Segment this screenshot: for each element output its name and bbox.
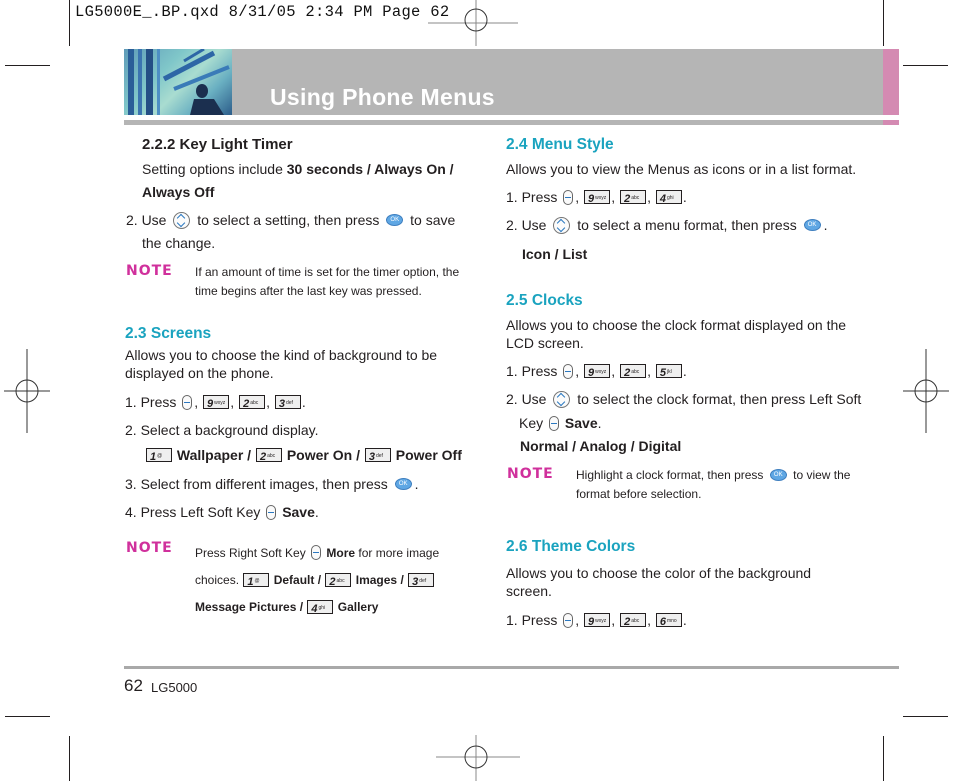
screens-options: 1@ Wallpaper / 2abc Power On / 3def Powe… bbox=[145, 446, 462, 464]
print-slug: LG5000E_.BP.qxd 8/31/05 2:34 PM Page 62 bbox=[75, 3, 450, 21]
header-accent bbox=[883, 49, 899, 115]
screens-step-2: 2. Select a background display. bbox=[125, 422, 319, 438]
note-text: If an amount of time is set for the time… bbox=[195, 265, 460, 298]
key-4-icon: 4ghi bbox=[307, 599, 334, 615]
key-2-icon: 2abc bbox=[325, 572, 352, 588]
key-6-icon: 6mno bbox=[655, 613, 682, 628]
screens-desc: Allows you to choose the kind of backgro… bbox=[125, 347, 438, 381]
note-label: NOTE bbox=[126, 540, 173, 556]
section-heading-screens: 2.3 Screens bbox=[125, 325, 212, 342]
clocks-step-2-cont: Key Save. bbox=[519, 415, 602, 431]
screens-step-4: 4. Press Left Soft Key Save. bbox=[125, 504, 319, 520]
key-light-options-cont: Always Off bbox=[142, 184, 215, 200]
left-soft-key-icon bbox=[266, 504, 277, 520]
key-9-icon: 9wxyz bbox=[584, 364, 611, 379]
nav-key-icon bbox=[553, 216, 571, 234]
header-rule-accent bbox=[883, 120, 899, 125]
key-9-icon: 9wxyz bbox=[584, 190, 611, 205]
key-2-icon: 2abc bbox=[620, 613, 647, 628]
menu-style-options: Icon / List bbox=[522, 246, 588, 262]
footer-rule bbox=[124, 666, 899, 669]
soft-key-icon bbox=[563, 612, 574, 628]
key-4-icon: 4ghi bbox=[655, 190, 682, 205]
soft-key-icon bbox=[563, 189, 574, 205]
section-heading-menu-style: 2.4 Menu Style bbox=[506, 136, 614, 153]
key-3-icon: 3def bbox=[408, 572, 435, 588]
header-rule bbox=[124, 120, 883, 125]
note-label: NOTE bbox=[507, 466, 554, 482]
note-text: Press Right Soft Key More for more image… bbox=[195, 545, 440, 615]
theme-step-1: 1. Press , 9wxyz, 2abc, 6mno. bbox=[506, 612, 687, 629]
page-title: Using Phone Menus bbox=[270, 84, 495, 110]
key-1-icon: 1@ bbox=[243, 572, 270, 588]
theme-desc: Allows you to choose the color of the ba… bbox=[506, 565, 812, 599]
section-heading-key-light-timer: 2.2.2 Key Light Timer bbox=[142, 136, 293, 153]
crop-mark bbox=[69, 0, 70, 46]
crop-mark bbox=[903, 65, 948, 66]
key-2-icon: 2abc bbox=[620, 190, 647, 205]
nav-key-icon bbox=[553, 390, 571, 408]
note-label: NOTE bbox=[126, 263, 173, 279]
right-soft-key-icon bbox=[311, 545, 322, 561]
crop-mark bbox=[883, 0, 884, 46]
section-heading-theme-colors: 2.6 Theme Colors bbox=[506, 538, 636, 555]
screens-step-1: 1. Press , 9wxyz, 2abc, 3def. bbox=[125, 394, 306, 411]
clocks-step-2: 2. Use to select the clock format, then … bbox=[506, 390, 862, 408]
ok-key-icon: OK bbox=[803, 219, 821, 232]
ok-key-icon: OK bbox=[386, 214, 404, 227]
menu-style-desc: Allows you to view the Menus as icons or… bbox=[506, 161, 857, 177]
crop-mark bbox=[5, 65, 50, 66]
menu-style-step-2: 2. Use to select a menu format, then pre… bbox=[506, 216, 828, 234]
crop-mark bbox=[883, 736, 884, 781]
left-soft-key-icon bbox=[549, 415, 560, 431]
key-2-icon: 2abc bbox=[620, 364, 647, 379]
key-5-icon: 5jkl bbox=[655, 364, 682, 379]
key-9-icon: 9wxyz bbox=[584, 613, 611, 628]
key-light-step-2: 2. Use to select a setting, then press O… bbox=[126, 211, 456, 229]
registration-mark-bottom bbox=[436, 735, 520, 781]
section-heading-clocks: 2.5 Clocks bbox=[506, 292, 583, 309]
clocks-step-1: 1. Press , 9wxyz, 2abc, 5jkl. bbox=[506, 363, 687, 380]
key-2-icon: 2abc bbox=[239, 395, 266, 410]
clocks-options: Normal / Analog / Digital bbox=[520, 438, 682, 454]
nav-key-icon bbox=[173, 211, 191, 229]
crop-mark bbox=[903, 716, 948, 717]
registration-mark-right bbox=[903, 349, 949, 433]
key-1-icon: 1@ bbox=[146, 448, 172, 463]
model-name: LG5000 bbox=[151, 680, 198, 695]
soft-key-icon bbox=[182, 394, 193, 410]
key-3-icon: 3def bbox=[274, 395, 301, 410]
key-light-intro: Setting options include 30 seconds / Alw… bbox=[142, 161, 454, 177]
ok-key-icon: OK bbox=[769, 468, 787, 481]
key-3-icon: 3def bbox=[364, 448, 391, 463]
header-photo bbox=[124, 49, 232, 115]
clocks-desc: Allows you to choose the clock format di… bbox=[506, 317, 847, 351]
header-photo-art bbox=[128, 49, 230, 115]
crop-mark bbox=[69, 736, 70, 781]
page-number: 62 bbox=[124, 676, 143, 695]
key-9-icon: 9wxyz bbox=[203, 395, 230, 410]
note-text: Highlight a clock format, then press OK … bbox=[576, 468, 851, 501]
ok-key-icon: OK bbox=[394, 478, 412, 491]
soft-key-icon bbox=[563, 363, 574, 379]
key-2-icon: 2abc bbox=[255, 448, 282, 463]
screens-step-3: 3. Select from different images, then pr… bbox=[125, 476, 419, 492]
crop-mark bbox=[5, 716, 50, 717]
menu-style-step-1: 1. Press , 9wxyz, 2abc, 4ghi. bbox=[506, 189, 687, 206]
registration-mark-left bbox=[4, 349, 50, 433]
key-light-step-2-cont: the change. bbox=[142, 235, 216, 251]
